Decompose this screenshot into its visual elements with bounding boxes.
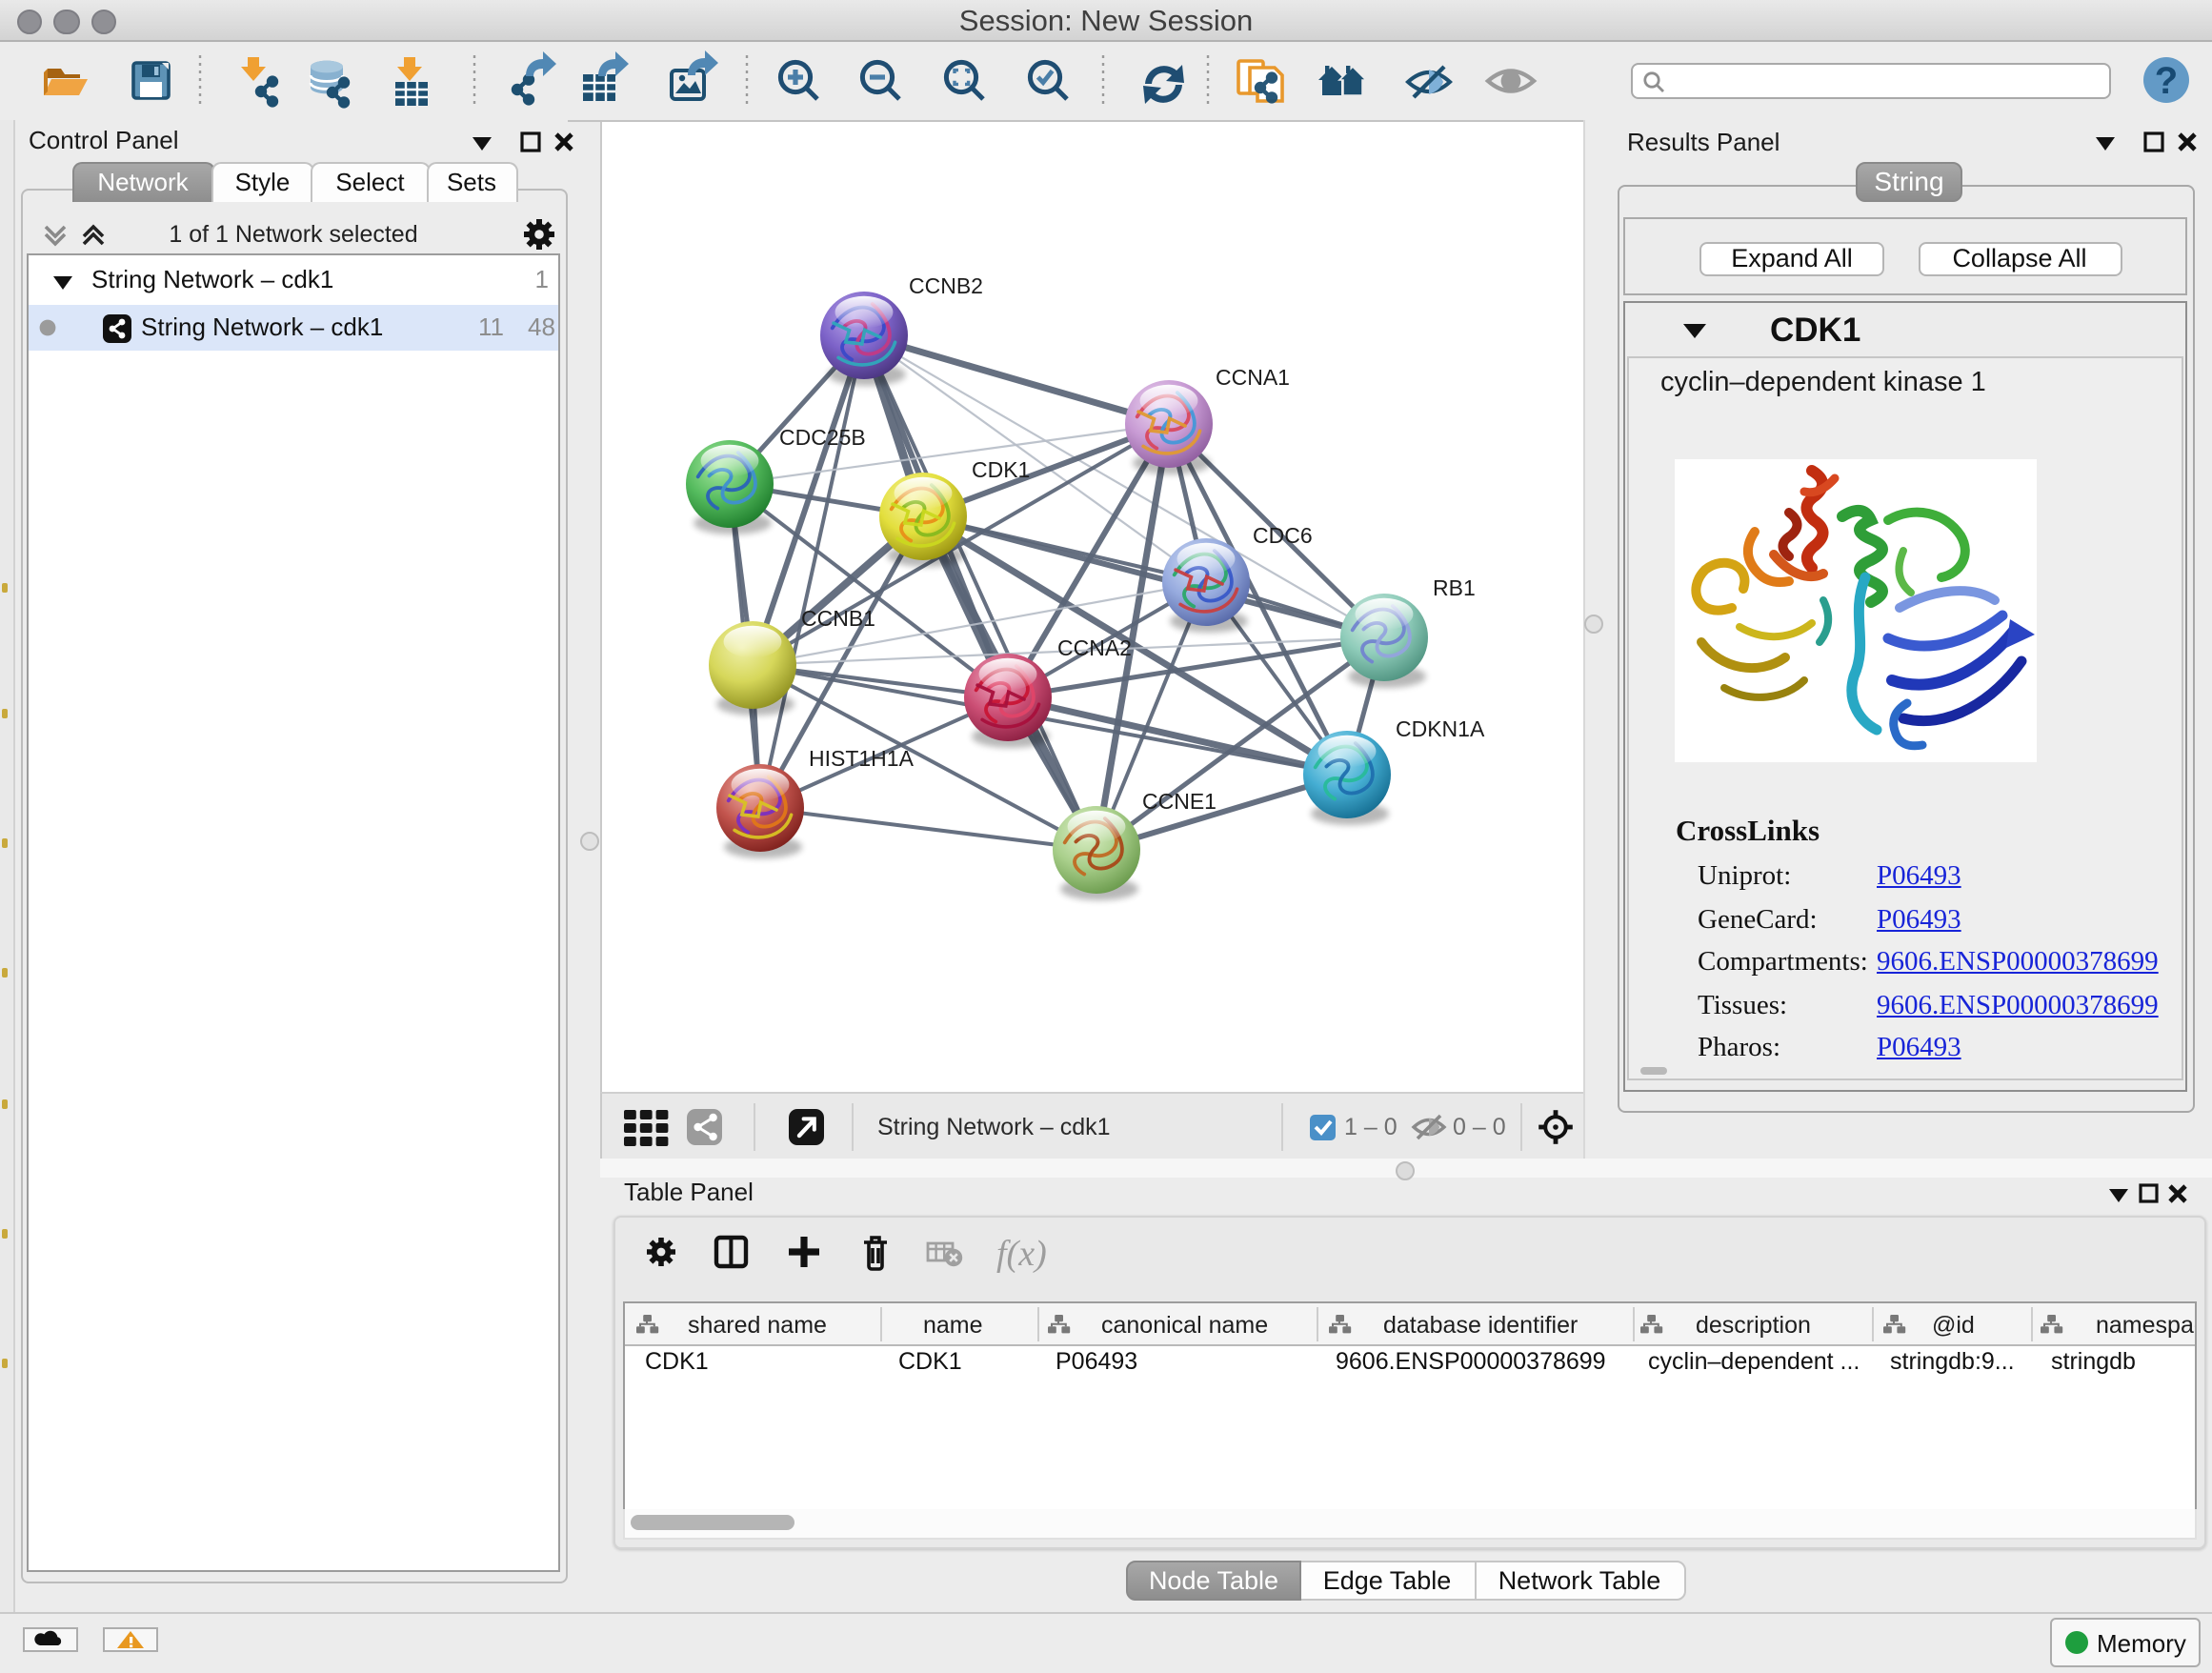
svg-text:RB1: RB1 (1432, 575, 1475, 600)
svg-text:CCNB1: CCNB1 (800, 606, 875, 631)
svg-text:f(x): f(x) (995, 1234, 1046, 1274)
svg-text:String Network – cdk1: String Network – cdk1 (876, 1113, 1110, 1139)
svg-text:database identifier: database identifier (1382, 1312, 1577, 1339)
svg-text:namespace: namespace (2095, 1312, 2194, 1339)
svg-text:CDK1: CDK1 (971, 457, 1029, 482)
svg-text:CCNB2: CCNB2 (908, 273, 982, 298)
svg-text:stringdb: stringdb (2050, 1348, 2135, 1375)
svg-text:shared name: shared name (687, 1312, 826, 1339)
svg-text:description: description (1695, 1312, 1810, 1339)
svg-text:CDKN1A: CDKN1A (1395, 716, 1484, 741)
svg-text:name: name (922, 1312, 982, 1339)
svg-text:CCNA2: CCNA2 (1056, 635, 1131, 660)
svg-text:CDC6: CDC6 (1252, 523, 1312, 548)
svg-text:P06493: P06493 (1055, 1348, 1136, 1375)
svg-text:CDK1: CDK1 (897, 1348, 961, 1375)
svg-text:CDK1: CDK1 (644, 1348, 708, 1375)
svg-text:9606.ENSP00000378699: 9606.ENSP00000378699 (1335, 1348, 1605, 1375)
svg-text:stringdb:9...: stringdb:9... (1889, 1348, 2014, 1375)
svg-text:CDC25B: CDC25B (778, 425, 865, 450)
svg-text:@id: @id (1931, 1312, 1974, 1339)
svg-text:CCNA1: CCNA1 (1215, 365, 1289, 390)
svg-text:HIST1H1A: HIST1H1A (808, 746, 914, 771)
svg-text:?: ? (2155, 60, 2178, 102)
svg-text:cyclin–dependent ...: cyclin–dependent ... (1647, 1348, 1859, 1375)
svg-text:CCNE1: CCNE1 (1141, 789, 1216, 814)
svg-text:0 – 0: 0 – 0 (1452, 1113, 1505, 1139)
svg-text:canonical name: canonical name (1100, 1312, 1267, 1339)
svg-text:1 – 0: 1 – 0 (1343, 1113, 1397, 1139)
